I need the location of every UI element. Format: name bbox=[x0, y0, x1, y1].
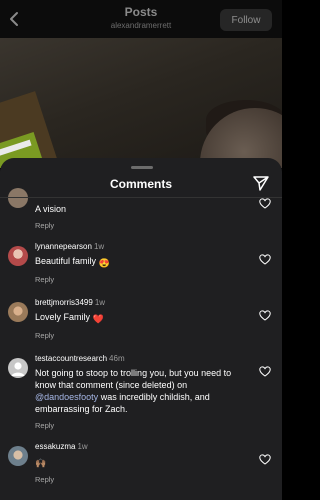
comment-text: Beautiful family bbox=[35, 256, 97, 266]
heart-icon[interactable] bbox=[259, 254, 271, 265]
heart-icon[interactable] bbox=[259, 310, 271, 321]
avatar[interactable] bbox=[8, 188, 28, 208]
comment-time: 1w bbox=[93, 242, 105, 251]
comment-username[interactable]: essakuzma bbox=[35, 442, 75, 451]
mention-link[interactable]: @dandoesfooty bbox=[35, 392, 98, 402]
raising-hands-emoji: 🙌🏽 bbox=[35, 458, 47, 468]
comment-time: 46m bbox=[109, 354, 125, 363]
post-photo bbox=[0, 38, 282, 168]
comments-sheet: Comments A vision Reply lynannepearson 1w… bbox=[0, 158, 282, 500]
reply-button[interactable]: Reply bbox=[35, 421, 250, 430]
person-silhouette-icon bbox=[11, 362, 25, 376]
comment-username[interactable]: lynannepearson bbox=[35, 242, 92, 251]
comments-title: Comments bbox=[109, 177, 172, 191]
comment-text: Lovely Family bbox=[35, 312, 91, 322]
avatar[interactable] bbox=[8, 302, 28, 322]
heart-icon[interactable] bbox=[259, 198, 271, 209]
reply-button[interactable]: Reply bbox=[35, 475, 250, 484]
comment-username[interactable]: testaccountresearch bbox=[35, 354, 107, 363]
red-heart-emoji: ❤️ bbox=[92, 314, 104, 324]
header-divider bbox=[0, 197, 282, 198]
post-header: Posts alexandramerrett Follow bbox=[0, 0, 282, 38]
comment-text: A vision bbox=[35, 204, 67, 214]
heart-icon[interactable] bbox=[259, 454, 271, 465]
reply-button[interactable]: Reply bbox=[35, 331, 250, 340]
comment-text: Not going to stoop to trolling you, but … bbox=[35, 368, 232, 390]
avatar[interactable] bbox=[8, 446, 28, 466]
follow-button[interactable]: Follow bbox=[220, 9, 272, 31]
default-avatar-icon[interactable] bbox=[8, 358, 28, 378]
share-paper-plane-icon[interactable] bbox=[252, 174, 270, 192]
heart-eyes-emoji: 😍 bbox=[98, 258, 110, 268]
comment-time: 1w bbox=[77, 442, 88, 451]
heart-icon[interactable] bbox=[259, 366, 271, 377]
reply-button[interactable]: Reply bbox=[35, 221, 250, 230]
comment-time: 1w bbox=[94, 298, 106, 307]
reply-button[interactable]: Reply bbox=[35, 275, 250, 284]
drag-handle[interactable] bbox=[131, 166, 153, 169]
comment-username[interactable]: brettjmorris3499 bbox=[35, 298, 93, 307]
avatar[interactable] bbox=[8, 246, 28, 266]
